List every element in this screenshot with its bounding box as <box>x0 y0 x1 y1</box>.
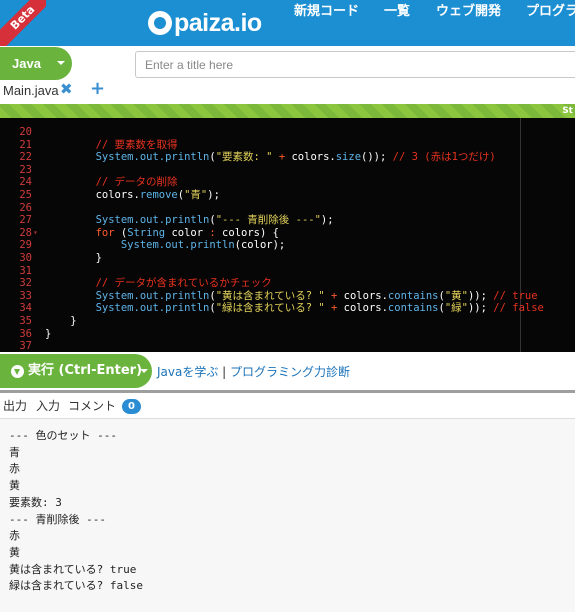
tab-main-java[interactable]: Main.java <box>3 83 59 98</box>
output-line: 黄 <box>9 479 20 493</box>
code-line[interactable]: 28 ▾ for (String color : colors) { <box>0 227 575 239</box>
code-line[interactable]: 30 } <box>0 252 575 264</box>
code-line[interactable]: 35 } <box>0 315 575 327</box>
line-number: 26 <box>19 201 32 214</box>
run-button[interactable]: 実行 (Ctrl-Enter) <box>0 354 152 388</box>
output-line: 緑は含まれている? false <box>9 579 144 593</box>
output-line: 黄 <box>9 545 20 559</box>
code-line[interactable]: 33 System.out.println("黄は含まれている? " + col… <box>0 290 575 302</box>
line-number: 28 <box>19 226 32 239</box>
code-text: System.out.println("黄は含まれている? " + colors… <box>45 289 538 302</box>
code-line[interactable]: 29 System.out.println(color); <box>0 239 575 251</box>
code-text: // データの削除 <box>45 176 178 189</box>
line-number: 21 <box>19 138 32 151</box>
line-number: 20 <box>19 126 32 138</box>
line-number: 34 <box>19 302 32 315</box>
code-line[interactable]: 25 colors.remove("青"); <box>0 189 575 201</box>
line-number: 27 <box>19 214 32 227</box>
tab-input[interactable]: 入力 <box>36 397 60 414</box>
output-line: 赤 <box>9 462 20 476</box>
code-text: } <box>45 252 102 264</box>
code-text: colors.remove("青"); <box>45 189 220 201</box>
code-line[interactable]: 24 // データの削除 <box>0 176 575 188</box>
link-separator: | <box>218 365 231 379</box>
run-label: 実行 (Ctrl-Enter) <box>28 363 143 378</box>
output-panel: --- 色のセット --- 青赤黄要素数: 3 --- 青削除後 --- 赤黄黄は含ま… <box>0 418 575 612</box>
code-text: // 要素数を取得 <box>45 138 178 151</box>
output-line: --- 色のセット --- <box>9 429 117 442</box>
line-number: 24 <box>19 176 32 189</box>
tab-output[interactable]: 出力 <box>3 397 27 414</box>
line-number: 33 <box>19 289 32 302</box>
language-label: Java <box>12 56 41 71</box>
code-line[interactable]: 21 // 要素数を取得 <box>0 139 575 151</box>
code-line[interactable]: 20 <box>0 126 575 138</box>
line-number: 35 <box>19 315 32 327</box>
code-line[interactable]: 22 System.out.println("要素数: " + colors.s… <box>0 151 575 163</box>
nav-new-code[interactable]: 新規コード <box>294 0 359 46</box>
code-editor[interactable]: 20 21 // 要素数を取得 22 System.out.println("要素数… <box>0 118 575 352</box>
paiza-logo[interactable]: paiza.io <box>148 8 262 38</box>
output-line: 要素数: 3 <box>9 495 62 509</box>
output-line: 黄は含まれている? true <box>9 562 137 576</box>
code-line[interactable]: 27 System.out.println("--- 青削除後 ---"); <box>0 214 575 226</box>
line-number: 29 <box>19 239 32 252</box>
line-number: 25 <box>19 189 32 201</box>
line-number: 22 <box>19 151 32 164</box>
code-line[interactable]: 31 <box>0 265 575 277</box>
output-tabs: 出力 入力 コメント 0 <box>0 393 575 418</box>
run-links: Javaを学ぶ | プログラミング力診断 <box>157 363 350 380</box>
code-line[interactable]: 23 <box>0 164 575 176</box>
top-header: Beta paiza.io 新規コード 一覧 ウェブ開発 プログラ <box>0 0 575 46</box>
add-file-icon[interactable]: + <box>90 78 105 99</box>
line-number: 30 <box>19 252 32 264</box>
nav-list[interactable]: 一覧 <box>384 0 410 46</box>
nav-programming[interactable]: プログラ <box>526 0 575 46</box>
output-line: 青 <box>9 445 20 459</box>
logo-text: paiza.io <box>174 8 262 37</box>
learn-java-link[interactable]: Javaを学ぶ <box>157 365 218 379</box>
line-number: 23 <box>19 163 32 176</box>
code-text: } <box>45 315 77 327</box>
status-stripe: St <box>0 104 575 118</box>
line-number: 37 <box>19 340 32 352</box>
tab-comment[interactable]: コメント <box>68 397 116 414</box>
output-line: 赤 <box>9 529 20 543</box>
caret-down-icon[interactable] <box>140 369 148 373</box>
code-text: System.out.println("緑は含まれている? " + colors… <box>45 302 544 315</box>
line-number: 36 <box>19 327 32 340</box>
output-line: --- 青削除後 --- <box>9 512 106 526</box>
line-number: 32 <box>19 277 32 290</box>
code-line[interactable]: 36} <box>0 328 575 340</box>
title-input[interactable] <box>135 51 575 78</box>
code-text: for (String color : colors) { <box>45 226 279 239</box>
code-text: System.out.println("--- 青削除後 ---"); <box>45 214 334 227</box>
close-tab-icon[interactable]: ✖ <box>60 80 73 98</box>
comment-count-badge: 0 <box>122 399 141 414</box>
beta-ribbon: Beta <box>0 0 46 46</box>
code-line[interactable]: 32 // データが含まれているかチェック <box>0 277 575 289</box>
code-text: System.out.println("要素数: " + colors.size… <box>45 151 496 164</box>
skill-check-link[interactable]: プログラミング力診断 <box>230 365 350 379</box>
code-text: // データが含まれているかチェック <box>45 277 272 290</box>
paiza-logo-icon <box>148 11 172 35</box>
code-text: } <box>45 327 52 340</box>
run-icon <box>11 365 24 378</box>
code-line[interactable]: 37 <box>0 340 575 352</box>
nav-web-dev[interactable]: ウェブ開発 <box>436 0 501 46</box>
code-line[interactable]: 26 <box>0 202 575 214</box>
beta-label: Beta <box>0 0 46 46</box>
language-select-button[interactable]: Java <box>0 47 72 80</box>
code-text: System.out.println(color); <box>45 239 286 252</box>
caret-down-icon <box>57 61 65 65</box>
fold-toggle-icon[interactable]: ▾ <box>33 227 38 239</box>
stripe-label: St <box>562 106 573 116</box>
line-number: 31 <box>19 264 32 277</box>
code-line[interactable]: 34 System.out.println("緑は含まれている? " + col… <box>0 302 575 314</box>
